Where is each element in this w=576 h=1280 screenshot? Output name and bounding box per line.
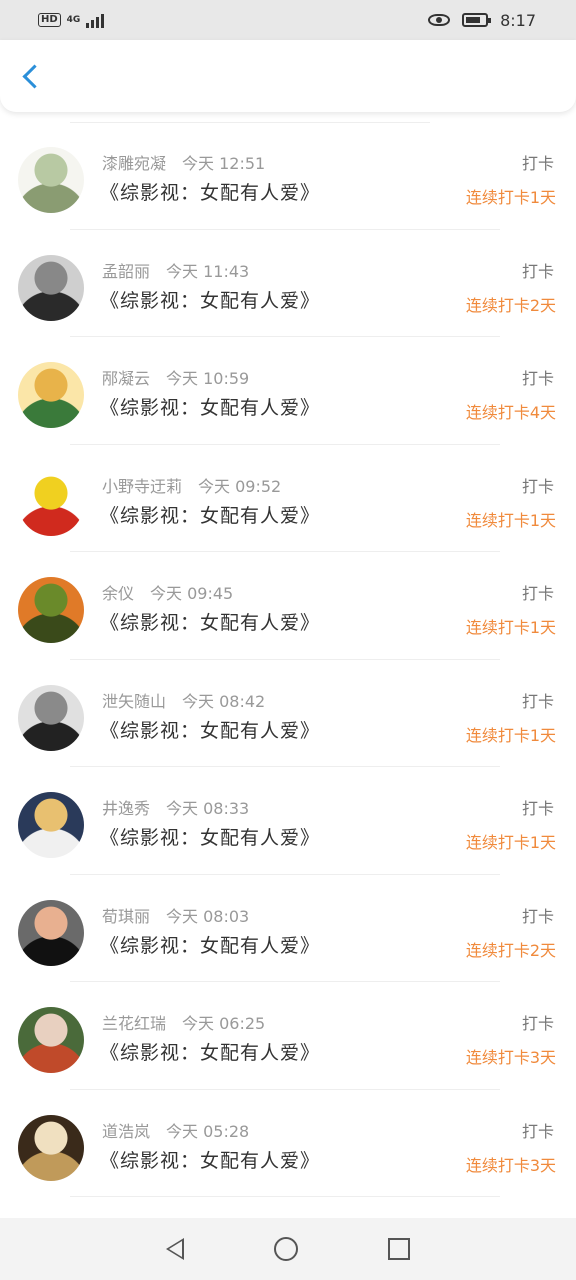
back-button[interactable]	[20, 51, 60, 101]
eye-comfort-icon	[428, 14, 451, 26]
system-nav-bar	[0, 1218, 576, 1280]
streak-label: 连续打卡3天	[465, 1155, 556, 1175]
book-title: 《综影视：女配有人爱》	[100, 612, 321, 634]
list-item[interactable]: 荀琪丽 今天 08:03 《综影视：女配有人爱》 打卡 连续打卡2天	[0, 875, 576, 982]
streak-label: 连续打卡1天	[465, 833, 556, 852]
streak-label: 连续打卡1天	[465, 188, 556, 207]
user-meta: 泄矢随山 今天 08:42	[102, 688, 265, 712]
checkin-list: 漆雕宛凝 今天 12:51 《综影视：女配有人爱》 打卡 连续打卡1天 孟韶丽 今天…	[0, 122, 576, 1197]
book-title: 《综影视：女配有人爱》	[100, 182, 321, 204]
status-right: 8:17	[428, 11, 536, 30]
book-title: 《综影视：女配有人爱》	[100, 1042, 321, 1064]
streak-label: 连续打卡3天	[465, 1048, 556, 1067]
action-label: 打卡	[521, 1014, 554, 1033]
user-name[interactable]: 井逸秀	[102, 799, 150, 818]
user-meta: 孟韶丽 今天 11:43	[102, 258, 249, 282]
post-time: 今天 05:28	[166, 1121, 250, 1141]
user-meta: 邴凝云 今天 10:59	[102, 365, 249, 389]
streak-label: 连续打卡1天	[465, 510, 556, 530]
list-item[interactable]: 泄矢随山 今天 08:42 《综影视：女配有人爱》 打卡 连续打卡1天	[0, 660, 576, 767]
book-title: 《综影视：女配有人爱》	[100, 827, 321, 849]
list-item[interactable]: 井逸秀 今天 08:33 《综影视：女配有人爱》 打卡 连续打卡1天	[0, 767, 576, 875]
action-label: 打卡	[521, 261, 554, 281]
user-name[interactable]: 兰花红瑞	[102, 1014, 166, 1033]
book-title: 《综影视：女配有人爱》	[100, 719, 321, 742]
book-title: 《综影视：女配有人爱》	[100, 289, 321, 312]
list-item[interactable]: 孟韶丽 今天 11:43 《综影视：女配有人爱》 打卡 连续打卡2天	[0, 230, 576, 337]
avatar[interactable]	[18, 362, 84, 428]
post-time: 今天 08:42	[182, 691, 266, 711]
avatar[interactable]	[18, 899, 84, 966]
user-name[interactable]: 荀琪丽	[102, 907, 150, 926]
action-label: 打卡	[521, 369, 554, 388]
action-label: 打卡	[521, 906, 554, 926]
streak-label: 连续打卡1天	[465, 618, 556, 637]
user-meta: 漆雕宛凝 今天 12:51	[102, 150, 265, 174]
user-name[interactable]: 余仪	[102, 584, 134, 603]
streak-label: 连续打卡2天	[465, 295, 556, 315]
list-item[interactable]: 漆雕宛凝 今天 12:51 《综影视：女配有人爱》 打卡 连续打卡1天	[0, 122, 576, 230]
user-meta: 道浩岚 今天 05:28	[102, 1118, 249, 1142]
network-type: 4G	[66, 14, 81, 25]
user-name[interactable]: 邴凝云	[102, 369, 150, 388]
nav-recent-icon[interactable]	[388, 1238, 410, 1260]
user-name[interactable]: 小野寺迂莉	[102, 477, 182, 496]
top-header	[0, 40, 576, 112]
avatar[interactable]	[18, 577, 84, 643]
status-bar: HD 4G 8:17	[0, 0, 576, 40]
status-time: 8:17	[500, 10, 536, 30]
streak-label: 连续打卡4天	[465, 403, 556, 422]
user-name[interactable]: 孟韶丽	[102, 262, 150, 281]
battery-icon	[462, 13, 492, 27]
row-divider	[70, 1196, 500, 1197]
avatar[interactable]	[18, 469, 84, 536]
action-label: 打卡	[521, 1121, 554, 1141]
user-meta: 兰花红瑞 今天 06:25	[102, 1010, 265, 1034]
action-label: 打卡	[521, 154, 554, 173]
user-meta: 荀琪丽 今天 08:03	[102, 903, 249, 927]
user-meta: 余仪 今天 09:45	[102, 580, 233, 604]
post-time: 今天 06:25	[182, 1014, 266, 1033]
nav-home-icon[interactable]	[274, 1237, 298, 1261]
list-item[interactable]: 小野寺迂莉 今天 09:52 《综影视：女配有人爱》 打卡 连续打卡1天	[0, 445, 576, 552]
avatar[interactable]	[18, 792, 84, 858]
avatar[interactable]	[18, 684, 84, 751]
post-time: 今天 08:03	[166, 906, 250, 926]
avatar[interactable]	[18, 254, 84, 321]
hd-icon: HD	[38, 13, 61, 27]
book-title: 《综影视：女配有人爱》	[100, 1149, 321, 1172]
post-time: 今天 09:45	[150, 584, 234, 603]
book-title: 《综影视：女配有人爱》	[100, 397, 321, 419]
action-label: 打卡	[521, 691, 554, 711]
chevron-left-icon	[22, 63, 47, 89]
action-label: 打卡	[521, 584, 554, 603]
book-title: 《综影视：女配有人爱》	[100, 504, 321, 527]
user-name[interactable]: 道浩岚	[102, 1122, 150, 1141]
streak-label: 连续打卡1天	[465, 725, 556, 745]
nav-back-icon[interactable]	[166, 1238, 184, 1260]
user-name[interactable]: 漆雕宛凝	[102, 154, 166, 173]
avatar[interactable]	[18, 1007, 84, 1073]
post-time: 今天 11:43	[166, 261, 250, 281]
user-meta: 井逸秀 今天 08:33	[102, 795, 249, 819]
list-item[interactable]: 兰花红瑞 今天 06:25 《综影视：女配有人爱》 打卡 连续打卡3天	[0, 982, 576, 1090]
action-label: 打卡	[521, 476, 554, 496]
user-name[interactable]: 泄矢随山	[102, 692, 166, 711]
action-label: 打卡	[521, 799, 554, 818]
list-item[interactable]: 道浩岚 今天 05:28 《综影视：女配有人爱》 打卡 连续打卡3天	[0, 1090, 576, 1197]
status-left: HD 4G	[38, 12, 105, 28]
user-meta: 小野寺迂莉 今天 09:52	[102, 473, 281, 497]
streak-label: 连续打卡2天	[465, 940, 556, 960]
post-time: 今天 09:52	[198, 476, 282, 496]
avatar[interactable]	[18, 147, 84, 213]
signal-icon	[86, 12, 105, 28]
book-title: 《综影视：女配有人爱》	[100, 934, 321, 957]
list-item[interactable]: 邴凝云 今天 10:59 《综影视：女配有人爱》 打卡 连续打卡4天	[0, 337, 576, 445]
post-time: 今天 12:51	[182, 154, 266, 173]
post-time: 今天 10:59	[166, 369, 250, 388]
avatar[interactable]	[18, 1114, 84, 1181]
post-time: 今天 08:33	[166, 799, 250, 818]
list-item[interactable]: 余仪 今天 09:45 《综影视：女配有人爱》 打卡 连续打卡1天	[0, 552, 576, 660]
